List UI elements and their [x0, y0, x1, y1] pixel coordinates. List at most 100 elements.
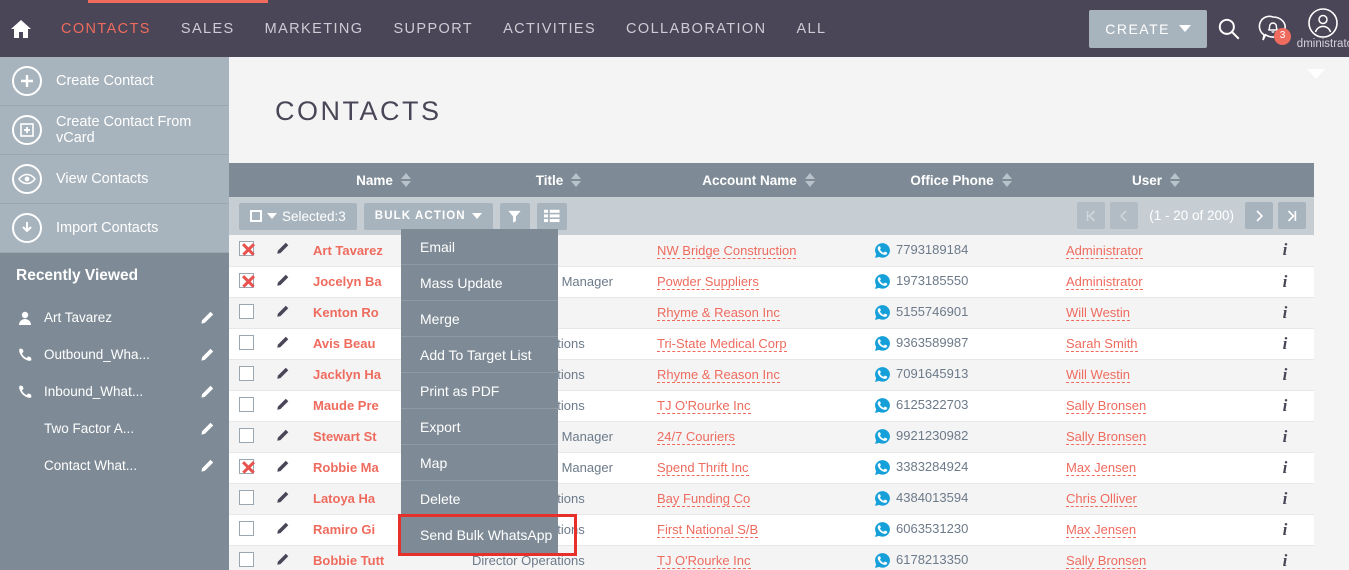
row-checkbox[interactable]: [238, 334, 254, 350]
info-icon[interactable]: i: [1283, 303, 1288, 322]
whatsapp-call-button[interactable]: [874, 335, 896, 351]
last-page-button[interactable]: [1278, 202, 1306, 229]
sidebar-item-view-contacts[interactable]: View Contacts: [0, 155, 229, 204]
bulk-action-item-add-to-target-list[interactable]: Add To Target List: [401, 337, 558, 373]
recent-item-outbound-wha[interactable]: Outbound_Wha...: [0, 336, 229, 373]
pencil-icon[interactable]: [275, 398, 290, 415]
next-page-button[interactable]: [1245, 202, 1273, 229]
filter-button[interactable]: [499, 202, 530, 230]
bulk-action-item-mass-update[interactable]: Mass Update: [401, 265, 558, 301]
info-icon[interactable]: i: [1283, 427, 1288, 446]
whatsapp-call-button[interactable]: [874, 273, 896, 289]
th-account-name[interactable]: Account Name: [651, 163, 866, 197]
row-checkbox[interactable]: [238, 551, 254, 567]
bulk-action-item-email[interactable]: Email: [401, 229, 558, 265]
row-checkbox[interactable]: [238, 303, 254, 319]
nav-item-all[interactable]: ALL: [781, 21, 841, 37]
contact-name-link[interactable]: Jacklyn Ha: [313, 367, 381, 382]
nav-item-activities[interactable]: ACTIVITIES: [488, 21, 611, 37]
whatsapp-call-button[interactable]: [874, 459, 896, 475]
assigned-user-link[interactable]: Will Westin: [1066, 305, 1131, 321]
select-all-dropdown[interactable]: Selected:3: [239, 202, 357, 230]
assigned-user-link[interactable]: Max Jensen: [1066, 460, 1137, 476]
info-icon[interactable]: i: [1283, 396, 1288, 415]
row-checkbox[interactable]: [238, 489, 254, 505]
info-icon[interactable]: i: [1283, 520, 1288, 539]
pencil-icon[interactable]: [199, 384, 215, 400]
assigned-user-link[interactable]: Administrator: [1066, 274, 1143, 290]
sidebar-item-create-contact[interactable]: Create Contact: [0, 57, 229, 106]
contact-name-link[interactable]: Maude Pre: [313, 398, 379, 413]
bulk-action-item-send-bulk-whatsapp[interactable]: Send Bulk WhatsApp: [398, 514, 577, 556]
nav-item-support[interactable]: SUPPORT: [378, 21, 488, 37]
bulk-action-item-merge[interactable]: Merge: [401, 301, 558, 337]
th-name[interactable]: Name: [301, 163, 466, 197]
pencil-icon[interactable]: [275, 460, 290, 477]
nav-item-collaboration[interactable]: COLLABORATION: [611, 21, 781, 37]
account-name-link[interactable]: TJ O'Rourke Inc: [657, 398, 751, 414]
assigned-user-link[interactable]: Sally Bronsen: [1066, 553, 1147, 569]
info-icon[interactable]: i: [1283, 551, 1288, 570]
row-checkbox[interactable]: [238, 458, 254, 474]
pencil-icon[interactable]: [199, 421, 215, 437]
sort-icon[interactable]: [400, 173, 411, 187]
row-checkbox[interactable]: [238, 396, 254, 412]
pencil-icon[interactable]: [275, 242, 290, 259]
pencil-icon[interactable]: [199, 458, 215, 474]
account-name-link[interactable]: 24/7 Couriers: [657, 429, 736, 445]
sort-icon[interactable]: [1001, 173, 1012, 187]
contact-name-link[interactable]: Art Tavarez: [313, 243, 383, 258]
recent-item-contact-what[interactable]: Contact What...: [0, 447, 229, 484]
notifications-button[interactable]: 3: [1251, 0, 1295, 57]
contact-name-link[interactable]: Latoya Ha: [313, 491, 375, 506]
assigned-user-link[interactable]: Sally Bronsen: [1066, 429, 1147, 445]
assigned-user-link[interactable]: Will Westin: [1066, 367, 1131, 383]
account-name-link[interactable]: Bay Funding Co: [657, 491, 751, 507]
sort-icon[interactable]: [804, 173, 815, 187]
account-name-link[interactable]: Spend Thrift Inc: [657, 460, 749, 476]
account-name-link[interactable]: First National S/B: [657, 522, 759, 538]
whatsapp-call-button[interactable]: [874, 304, 896, 320]
pencil-icon[interactable]: [275, 336, 290, 353]
pencil-icon[interactable]: [275, 274, 290, 291]
pencil-icon[interactable]: [275, 367, 290, 384]
pencil-icon[interactable]: [199, 347, 215, 363]
account-name-link[interactable]: Rhyme & Reason Inc: [657, 305, 780, 321]
prev-page-button[interactable]: [1110, 202, 1139, 229]
contact-name-link[interactable]: Ramiro Gi: [313, 522, 375, 537]
pencil-icon[interactable]: [275, 491, 290, 508]
th-office-phone[interactable]: Office Phone: [866, 163, 1056, 197]
pencil-icon[interactable]: [199, 310, 215, 326]
sort-icon[interactable]: [1170, 173, 1181, 187]
bulk-action-item-print-as-pdf[interactable]: Print as PDF: [401, 373, 558, 409]
th-user[interactable]: User: [1056, 163, 1256, 197]
bulk-action-item-delete[interactable]: Delete: [401, 481, 558, 517]
info-icon[interactable]: i: [1283, 365, 1288, 384]
contact-name-link[interactable]: Robbie Ma: [313, 460, 379, 475]
home-icon[interactable]: [8, 16, 34, 42]
info-icon[interactable]: i: [1283, 272, 1288, 291]
whatsapp-call-button[interactable]: [874, 366, 896, 382]
assigned-user-link[interactable]: Chris Olliver: [1066, 491, 1137, 507]
sort-icon[interactable]: [571, 173, 582, 187]
whatsapp-call-button[interactable]: [874, 428, 896, 444]
contact-name-link[interactable]: Kenton Ro: [313, 305, 379, 320]
info-icon[interactable]: i: [1283, 334, 1288, 353]
account-name-link[interactable]: Powder Suppliers: [657, 274, 759, 290]
account-name-link[interactable]: Tri-State Medical Corp: [657, 336, 787, 352]
recent-item-two-factor-a[interactable]: Two Factor A...: [0, 410, 229, 447]
nav-item-contacts[interactable]: CONTACTS: [46, 21, 166, 37]
contact-name-link[interactable]: Avis Beau: [313, 336, 375, 351]
assigned-user-link[interactable]: Sarah Smith: [1066, 336, 1138, 352]
row-checkbox[interactable]: [238, 241, 254, 257]
contact-name-link[interactable]: Jocelyn Ba: [313, 274, 382, 289]
create-button[interactable]: CREATE: [1089, 9, 1207, 48]
avatar[interactable]: Administrator: [1297, 7, 1349, 50]
row-checkbox[interactable]: [238, 520, 254, 536]
bulk-action-item-export[interactable]: Export: [401, 409, 558, 445]
row-checkbox[interactable]: [238, 272, 254, 288]
sidebar-item-import-contacts[interactable]: Import Contacts: [0, 204, 229, 253]
pencil-icon[interactable]: [275, 553, 290, 570]
first-page-button[interactable]: [1077, 202, 1106, 229]
whatsapp-call-button[interactable]: [874, 521, 896, 537]
